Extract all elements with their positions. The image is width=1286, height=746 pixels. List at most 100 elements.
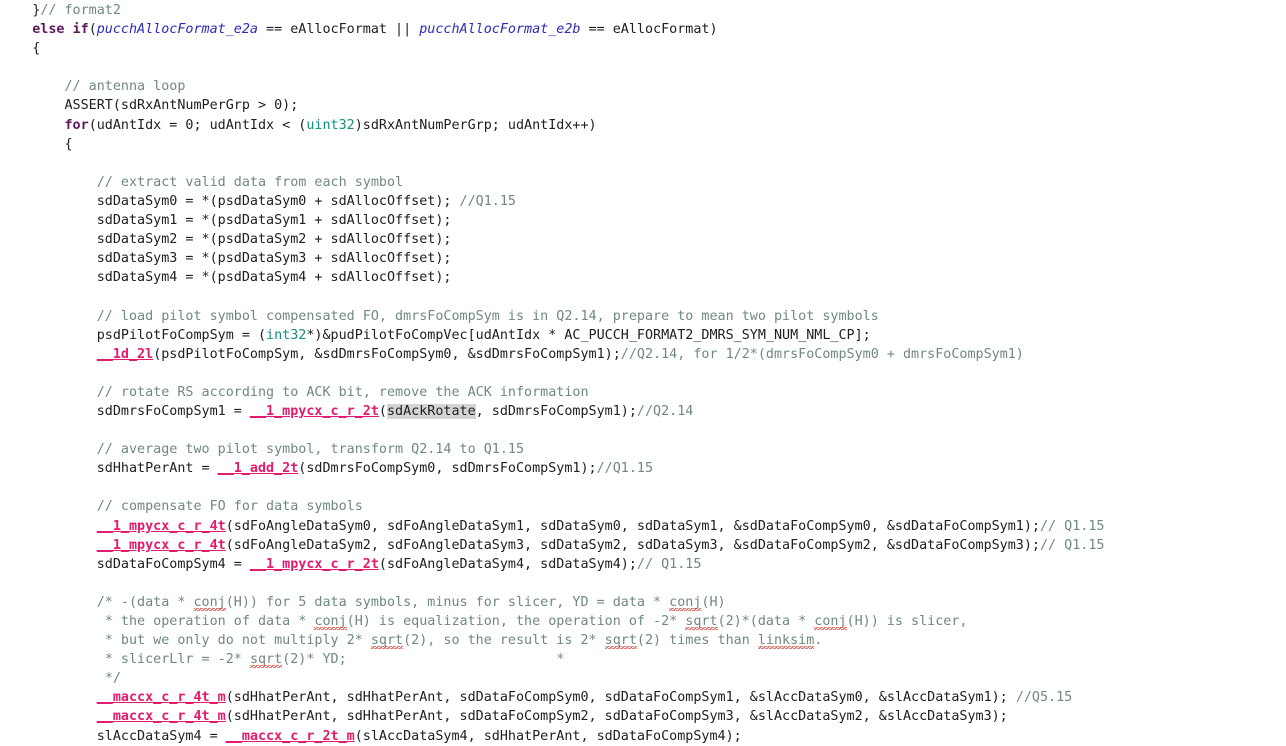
code-line[interactable]: sdHhatPerAnt = __1_add_2t(sdDmrsFoCompSy… bbox=[0, 459, 1286, 478]
code-token: } bbox=[0, 3, 41, 18]
code-token: , sdDmrsFoCompSym1); bbox=[475, 403, 637, 419]
code-token: == eAllocFormat) bbox=[580, 22, 718, 38]
comment-token: (2)*(data * bbox=[717, 614, 815, 629]
comment-token: * but we only do not multiply 2* bbox=[104, 633, 371, 649]
code-line[interactable] bbox=[0, 58, 1286, 77]
code-line[interactable]: * but we only do not multiply 2* sqrt(2)… bbox=[0, 631, 1286, 650]
function-token: __maccx_c_r_4t_m bbox=[96, 690, 226, 706]
code-line[interactable]: else if(pucchAllocFormat_e2a == eAllocFo… bbox=[0, 20, 1286, 39]
misspelled-word: sqrt bbox=[370, 633, 404, 649]
comment-token: // Q1.15 bbox=[1040, 518, 1105, 534]
comment-token: // compensate FO for data symbols bbox=[96, 499, 363, 515]
code-token: sdDataSym3 = *(psdDataSym3 + sdAllocOffs… bbox=[0, 251, 452, 267]
code-line[interactable]: // extract valid data from each symbol bbox=[0, 173, 1286, 192]
code-line[interactable]: * the operation of data * conj(H) is equ… bbox=[0, 612, 1286, 631]
code-token: ( bbox=[378, 403, 387, 419]
code-line[interactable]: { bbox=[0, 135, 1286, 154]
code-line[interactable]: __maccx_c_r_4t_m(sdHhatPerAnt, sdHhatPer… bbox=[0, 688, 1286, 707]
misspelled-word: conj bbox=[814, 614, 847, 629]
code-line[interactable]: psdPilotFoCompSym = (int32*)&pudPilotFoC… bbox=[0, 326, 1286, 345]
code-line[interactable]: __1_mpycx_c_r_4t(sdFoAngleDataSym2, sdFo… bbox=[0, 536, 1286, 555]
code-line[interactable]: slAccDataSym4 = __maccx_c_r_2t_m(slAccDa… bbox=[0, 727, 1286, 746]
function-token: __1_mpycx_c_r_2t bbox=[249, 556, 379, 572]
function-token: __1_mpycx_c_r_2t bbox=[249, 403, 379, 419]
code-token: (sdHhatPerAnt, sdHhatPerAnt, sdDataFoCom… bbox=[225, 690, 1016, 706]
misspelled-word: linksim bbox=[757, 633, 815, 649]
function-token: __1_mpycx_c_r_4t bbox=[96, 537, 226, 553]
code-line[interactable] bbox=[0, 478, 1286, 497]
code-surface[interactable]: }// format2 else if(pucchAllocFormat_e2a… bbox=[0, 1, 1286, 746]
comment-token: // extract valid data from each symbol bbox=[96, 174, 404, 190]
code-line[interactable]: */ bbox=[0, 669, 1286, 688]
code-line[interactable]: sdDataSym2 = *(psdDataSym2 + sdAllocOffs… bbox=[0, 230, 1286, 249]
code-line[interactable] bbox=[0, 364, 1286, 383]
code-line[interactable]: __1d_2l(psdPilotFoCompSym, &sdDmrsFoComp… bbox=[0, 345, 1286, 364]
code-token: sdDataFoCompSym4 = bbox=[0, 556, 250, 572]
comment-token: (H)) for 5 data symbols, minus for slice… bbox=[225, 594, 670, 610]
code-line[interactable]: sdDmrsFoCompSym1 = __1_mpycx_c_r_2t(sdAc… bbox=[0, 402, 1286, 421]
type-token: uint32 bbox=[306, 117, 355, 133]
code-line[interactable]: sdDataSym4 = *(psdDataSym4 + sdAllocOffs… bbox=[0, 268, 1286, 287]
comment-token: . bbox=[814, 633, 823, 649]
code-token: sdDataSym1 = *(psdDataSym1 + sdAllocOffs… bbox=[0, 213, 452, 229]
code-token: sdDataSym4 = *(psdDataSym4 + sdAllocOffs… bbox=[0, 270, 452, 286]
highlighted-token[interactable]: sdAckRotate bbox=[386, 403, 476, 419]
code-line[interactable]: // average two pilot symbol, transform Q… bbox=[0, 440, 1286, 459]
code-token: *)&pudPilotFoCompVec[udAntIdx * AC_PUCCH… bbox=[306, 327, 871, 343]
comment-token: (2)* YD; * bbox=[282, 652, 565, 668]
function-token: __maccx_c_r_2t_m bbox=[225, 728, 355, 744]
code-token: (sdDmrsFoCompSym0, sdDmrsFoCompSym1); bbox=[298, 461, 597, 477]
code-token: ASSERT(sdRxAntNumPerGrp > 0); bbox=[0, 98, 299, 114]
code-line[interactable] bbox=[0, 287, 1286, 306]
code-token: { bbox=[0, 136, 73, 152]
code-line[interactable]: }// format2 bbox=[0, 1, 1286, 20]
identifier-token: pucchAllocFormat_e2b bbox=[419, 22, 581, 38]
misspelled-word: conj bbox=[669, 594, 702, 610]
code-editor[interactable]: }// format2 else if(pucchAllocFormat_e2a… bbox=[0, 0, 1286, 744]
comment-token: //Q1.15 bbox=[459, 193, 516, 209]
comment-token: // antenna loop bbox=[64, 79, 186, 95]
code-line[interactable]: ASSERT(sdRxAntNumPerGrp > 0); bbox=[0, 96, 1286, 115]
function-token: __maccx_c_r_4t_m bbox=[96, 709, 226, 725]
code-line[interactable]: __maccx_c_r_4t_m(sdHhatPerAnt, sdHhatPer… bbox=[0, 707, 1286, 726]
code-line[interactable]: sdDataSym3 = *(psdDataSym3 + sdAllocOffs… bbox=[0, 249, 1286, 268]
code-line[interactable]: sdDataSym1 = *(psdDataSym1 + sdAllocOffs… bbox=[0, 211, 1286, 230]
code-line[interactable]: /* -(data * conj(H)) for 5 data symbols,… bbox=[0, 593, 1286, 612]
code-token: psdPilotFoCompSym = ( bbox=[0, 327, 267, 343]
code-line[interactable]: { bbox=[0, 39, 1286, 58]
comment-token: //Q5.15 bbox=[1015, 690, 1073, 706]
code-line[interactable]: __1_mpycx_c_r_4t(sdFoAngleDataSym0, sdFo… bbox=[0, 517, 1286, 536]
code-line[interactable] bbox=[0, 574, 1286, 593]
code-line[interactable] bbox=[0, 154, 1286, 173]
comment-token: //Q2.14, for 1/2*(dmrsFoCompSym0 + dmrsF… bbox=[620, 346, 1024, 362]
code-line[interactable]: * slicerLlr = -2* sqrt(2)* YD; * bbox=[0, 650, 1286, 669]
comment-token: // Q1.15 bbox=[636, 556, 702, 572]
code-line[interactable]: for(udAntIdx = 0; udAntIdx < (uint32)sdR… bbox=[0, 116, 1286, 135]
code-line[interactable] bbox=[0, 421, 1286, 440]
code-line[interactable]: sdDataFoCompSym4 = __1_mpycx_c_r_2t(sdFo… bbox=[0, 555, 1286, 574]
code-line[interactable]: // antenna loop bbox=[0, 77, 1286, 96]
code-token: { bbox=[0, 41, 41, 57]
code-line[interactable]: // load pilot symbol compensated FO, dmr… bbox=[0, 307, 1286, 326]
code-token: ( bbox=[88, 22, 97, 38]
keyword-token: else if bbox=[32, 22, 89, 38]
misspelled-word: conj bbox=[314, 614, 347, 629]
code-token: slAccDataSym4 = bbox=[0, 728, 226, 744]
function-token: __1_add_2t bbox=[217, 461, 299, 477]
comment-token: //Q1.15 bbox=[596, 461, 654, 477]
code-line[interactable]: // compensate FO for data symbols bbox=[0, 497, 1286, 516]
misspelled-word: sqrt bbox=[249, 652, 283, 668]
code-token: (slAccDataSym4, sdHhatPerAnt, sdDataFoCo… bbox=[354, 728, 742, 744]
code-line[interactable]: // rotate RS according to ACK bit, remov… bbox=[0, 383, 1286, 402]
code-token: (udAntIdx = 0; udAntIdx < ( bbox=[88, 117, 307, 133]
code-line[interactable]: sdDataSym0 = *(psdDataSym0 + sdAllocOffs… bbox=[0, 192, 1286, 211]
comment-token: // load pilot symbol compensated FO, dmr… bbox=[96, 308, 879, 324]
comment-token: (H)) is slicer, bbox=[846, 614, 968, 629]
